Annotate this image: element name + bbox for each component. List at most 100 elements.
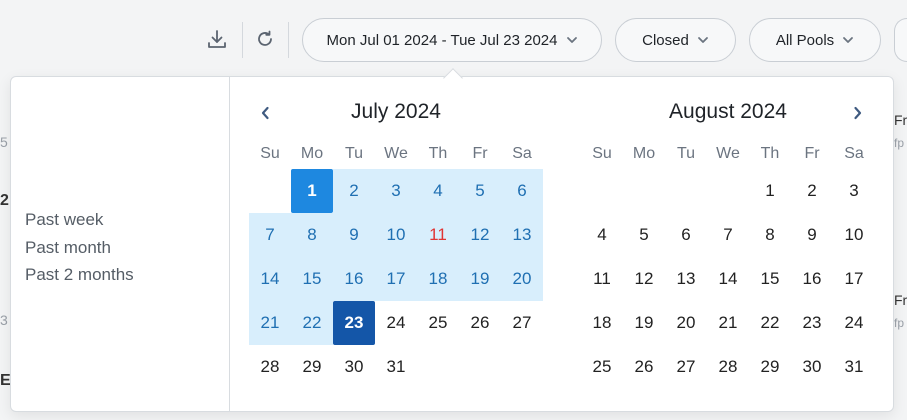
day-cell[interactable]: 8 bbox=[749, 213, 791, 257]
right-month-title: August 2024 bbox=[669, 100, 787, 123]
day-cell[interactable]: 9 bbox=[333, 213, 375, 257]
toolbar-divider bbox=[288, 22, 289, 58]
day-cell[interactable]: 19 bbox=[623, 301, 665, 345]
day-cell[interactable]: 10 bbox=[375, 213, 417, 257]
range-start-day[interactable]: 1 bbox=[291, 169, 333, 213]
day-cell[interactable]: 27 bbox=[665, 345, 707, 389]
day-cell[interactable]: 23 bbox=[791, 301, 833, 345]
day-cell[interactable]: 30 bbox=[333, 345, 375, 389]
day-cell[interactable]: 26 bbox=[459, 301, 501, 345]
day-cell[interactable]: 31 bbox=[833, 345, 875, 389]
day-cell[interactable]: 8 bbox=[291, 213, 333, 257]
day-cell[interactable]: 2 bbox=[333, 169, 375, 213]
toolbar-divider bbox=[242, 22, 243, 58]
empty-day-cell bbox=[665, 169, 707, 213]
day-cell[interactable]: 4 bbox=[581, 213, 623, 257]
day-cell[interactable]: 14 bbox=[707, 257, 749, 301]
empty-day-cell bbox=[623, 169, 665, 213]
weekday-label: We bbox=[716, 145, 740, 162]
weekday-label: Su bbox=[592, 145, 612, 162]
day-cell[interactable]: 25 bbox=[581, 345, 623, 389]
day-cell[interactable]: 28 bbox=[707, 345, 749, 389]
background-text: 2 bbox=[0, 192, 9, 209]
weekday-label: Tu bbox=[344, 145, 364, 162]
background-text: fp bbox=[894, 316, 905, 330]
today-day[interactable]: 11 bbox=[417, 213, 459, 257]
background-text: fp bbox=[894, 136, 905, 150]
day-cell[interactable]: 19 bbox=[459, 257, 501, 301]
day-cell[interactable]: 21 bbox=[707, 301, 749, 345]
day-cell[interactable]: 17 bbox=[833, 257, 875, 301]
weekday-label: Fr bbox=[472, 145, 488, 162]
day-cell[interactable]: 7 bbox=[249, 213, 291, 257]
refresh-icon[interactable] bbox=[252, 26, 278, 52]
day-cell[interactable]: 24 bbox=[833, 301, 875, 345]
preset-past-week[interactable]: Past week bbox=[25, 206, 229, 234]
chevron-down-icon bbox=[566, 36, 578, 44]
day-cell[interactable]: 4 bbox=[417, 169, 459, 213]
day-cell[interactable]: 3 bbox=[833, 169, 875, 213]
day-cell[interactable]: 3 bbox=[375, 169, 417, 213]
day-cell[interactable]: 15 bbox=[749, 257, 791, 301]
chevron-down-icon bbox=[842, 36, 854, 44]
weekday-label: Mo bbox=[632, 145, 656, 162]
day-cell[interactable]: 15 bbox=[291, 257, 333, 301]
day-cell[interactable]: 24 bbox=[375, 301, 417, 345]
weekday-label: Mo bbox=[300, 145, 324, 162]
background-text: Fr bbox=[894, 112, 907, 128]
left-month-title: July 2024 bbox=[351, 100, 441, 123]
date-range-picker: Past week Past month Past 2 months July … bbox=[10, 76, 894, 412]
day-cell[interactable]: 10 bbox=[833, 213, 875, 257]
day-cell[interactable]: 21 bbox=[249, 301, 291, 345]
preset-list: Past week Past month Past 2 months bbox=[11, 77, 230, 411]
weekday-label: Sa bbox=[512, 145, 532, 162]
day-cell[interactable]: 20 bbox=[501, 257, 543, 301]
day-cell[interactable]: 16 bbox=[333, 257, 375, 301]
pool-filter-button[interactable]: All Pools bbox=[749, 18, 881, 62]
download-icon[interactable] bbox=[204, 26, 230, 52]
day-cell[interactable]: 31 bbox=[375, 345, 417, 389]
day-cell[interactable]: 6 bbox=[665, 213, 707, 257]
day-cell[interactable]: 13 bbox=[501, 213, 543, 257]
day-cell[interactable]: 17 bbox=[375, 257, 417, 301]
day-cell[interactable]: 7 bbox=[707, 213, 749, 257]
day-cell[interactable]: 12 bbox=[623, 257, 665, 301]
day-cell[interactable]: 30 bbox=[791, 345, 833, 389]
day-cell[interactable]: 13 bbox=[665, 257, 707, 301]
day-cell[interactable]: 5 bbox=[623, 213, 665, 257]
weekday-label: Tu bbox=[676, 145, 696, 162]
day-cell[interactable]: 25 bbox=[417, 301, 459, 345]
day-cell[interactable]: 20 bbox=[665, 301, 707, 345]
day-cell[interactable]: 14 bbox=[249, 257, 291, 301]
day-cell[interactable]: 11 bbox=[581, 257, 623, 301]
day-cell[interactable]: 22 bbox=[291, 301, 333, 345]
day-cell[interactable]: 6 bbox=[501, 169, 543, 213]
weekday-label: We bbox=[384, 145, 408, 162]
day-cell[interactable]: 26 bbox=[623, 345, 665, 389]
day-cell[interactable]: 1 bbox=[749, 169, 791, 213]
status-filter-label: Closed bbox=[642, 31, 689, 49]
day-cell[interactable]: 12 bbox=[459, 213, 501, 257]
preset-past-month[interactable]: Past month bbox=[25, 234, 229, 262]
day-cell[interactable]: 27 bbox=[501, 301, 543, 345]
status-filter-button[interactable]: Closed bbox=[615, 18, 736, 62]
empty-day-cell bbox=[249, 169, 291, 213]
day-cell[interactable]: 18 bbox=[417, 257, 459, 301]
day-cell[interactable]: 9 bbox=[791, 213, 833, 257]
day-cell[interactable]: 28 bbox=[249, 345, 291, 389]
empty-day-cell bbox=[707, 169, 749, 213]
day-cell[interactable]: 22 bbox=[749, 301, 791, 345]
weekday-label: Fr bbox=[804, 145, 820, 162]
preset-past-2-months[interactable]: Past 2 months bbox=[25, 261, 229, 289]
right-month-grid: Su Mo Tu We Th Fr Sa 1 2 3 4 5 6 7 8 9 10 11 12 13 14 15 16 17 1… bbox=[581, 139, 875, 389]
day-cell[interactable]: 2 bbox=[791, 169, 833, 213]
day-cell[interactable]: 16 bbox=[791, 257, 833, 301]
range-end-day[interactable]: 23 bbox=[333, 301, 375, 345]
day-cell[interactable]: 18 bbox=[581, 301, 623, 345]
next-month-chevron-right-icon[interactable] bbox=[847, 101, 869, 125]
date-range-button[interactable]: Mon Jul 01 2024 - Tue Jul 23 2024 bbox=[302, 18, 602, 62]
day-cell[interactable]: 5 bbox=[459, 169, 501, 213]
day-cell[interactable]: 29 bbox=[291, 345, 333, 389]
day-cell[interactable]: 29 bbox=[749, 345, 791, 389]
extra-filter-button[interactable] bbox=[894, 18, 907, 62]
